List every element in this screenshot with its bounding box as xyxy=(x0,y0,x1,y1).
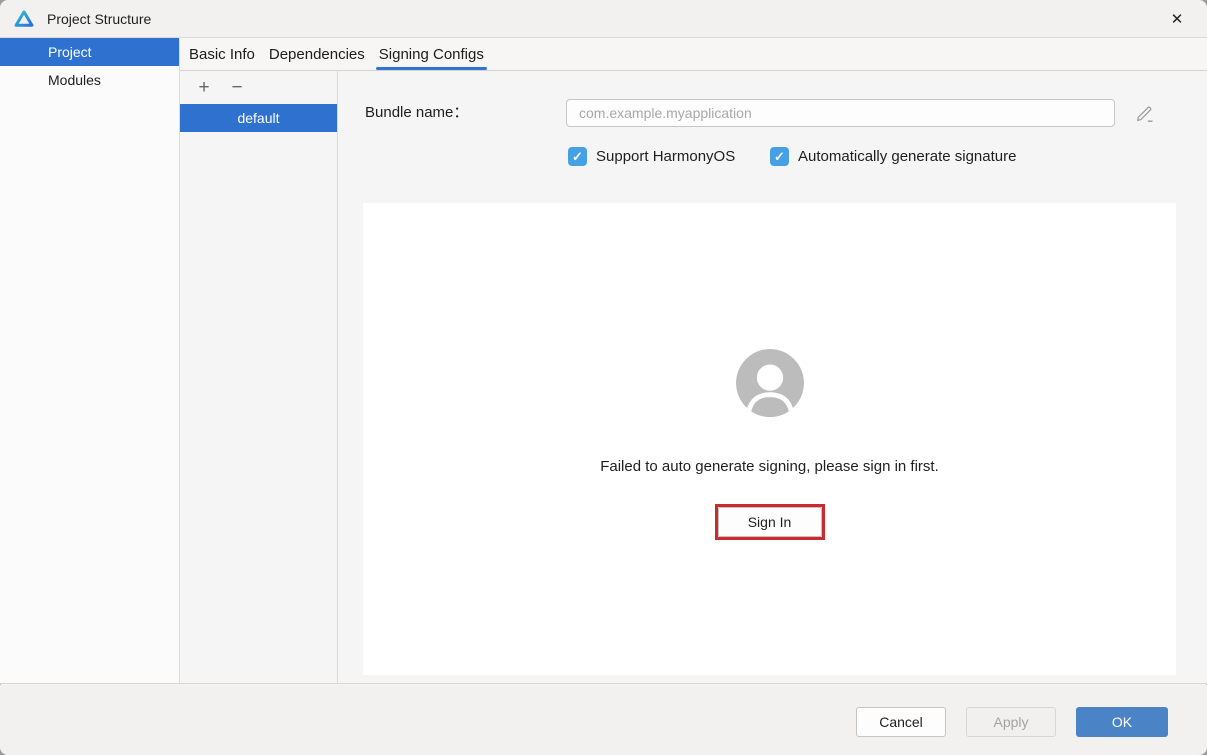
project-structure-dialog: Project Structure ✕ Project Modules Basi… xyxy=(0,0,1207,755)
deveco-studio-logo-icon xyxy=(14,9,34,29)
bundle-name-label: Bundle name： xyxy=(365,104,469,121)
sign-in-button[interactable]: Sign In xyxy=(717,507,822,537)
cancel-button[interactable]: Cancel xyxy=(856,707,946,737)
tab-signing-configs[interactable]: Signing Configs xyxy=(373,38,490,70)
remove-config-icon[interactable]: − xyxy=(228,78,246,97)
sidebar-item-modules[interactable]: Modules xyxy=(0,66,179,94)
signing-config-list-panel: + − default xyxy=(180,71,338,683)
tab-basic-info[interactable]: Basic Info xyxy=(183,38,261,70)
add-config-icon[interactable]: + xyxy=(195,78,213,97)
apply-button[interactable]: Apply xyxy=(966,707,1056,737)
support-harmonyos-label: Support HarmonyOS xyxy=(596,148,736,165)
right-column: Basic Info Dependencies Signing Configs … xyxy=(180,38,1207,683)
support-harmonyos-checkbox[interactable]: ✓ xyxy=(568,147,587,166)
signing-configs-content: Bundle name： ✓ Support HarmonyOS ✓ xyxy=(338,71,1207,683)
sidebar-item-project[interactable]: Project xyxy=(0,38,179,66)
content-row: + − default Bundle name： com.example.mya… xyxy=(180,71,1207,683)
edit-pencil-icon[interactable] xyxy=(1135,103,1155,123)
user-avatar-icon xyxy=(735,348,805,418)
signing-failure-message: Failed to auto generate signing, please … xyxy=(600,458,939,475)
ok-button[interactable]: OK xyxy=(1076,707,1168,737)
tab-bar: Basic Info Dependencies Signing Configs xyxy=(180,38,1207,71)
close-icon[interactable]: ✕ xyxy=(1159,0,1195,37)
auto-generate-signature-label: Automatically generate signature xyxy=(798,148,1017,165)
signing-status-card: Failed to auto generate signing, please … xyxy=(363,203,1176,675)
config-list-toolbar: + − xyxy=(180,71,337,104)
sidebar: Project Modules xyxy=(0,38,180,683)
title-bar: Project Structure ✕ xyxy=(0,0,1207,37)
auto-generate-signature-option: ✓ Automatically generate signature xyxy=(770,147,1016,166)
dialog-body: Project Modules Basic Info Dependencies … xyxy=(0,37,1207,684)
sign-in-highlight-box: Sign In xyxy=(714,504,825,540)
bundle-name-input[interactable] xyxy=(566,99,1115,127)
tab-dependencies[interactable]: Dependencies xyxy=(263,38,371,70)
support-harmonyos-option: ✓ Support HarmonyOS xyxy=(568,147,735,166)
dialog-title: Project Structure xyxy=(47,10,152,27)
auto-generate-signature-checkbox[interactable]: ✓ xyxy=(770,147,789,166)
config-item-default[interactable]: default xyxy=(180,104,337,132)
dialog-footer: Cancel Apply OK xyxy=(0,685,1207,755)
